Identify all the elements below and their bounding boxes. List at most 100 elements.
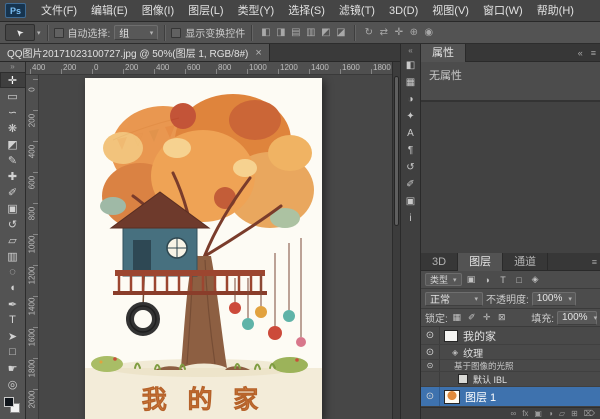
- styles-panel-icon[interactable]: ✦: [402, 108, 420, 125]
- adjustment-layer-icon[interactable]: ◑: [548, 409, 553, 418]
- layer-row-ibl-category[interactable]: ⊙ 基于图像的光照: [421, 360, 600, 372]
- quick-selection-tool[interactable]: ❋: [0, 120, 26, 136]
- collapse-panel-icon[interactable]: «: [574, 48, 587, 58]
- zoom-tool[interactable]: ◎: [0, 376, 26, 392]
- tool-preset-caret-icon[interactable]: ▾: [37, 29, 41, 37]
- visibility-eye-icon[interactable]: ⊙: [421, 387, 440, 406]
- layer-styles-icon[interactable]: fx: [522, 409, 528, 418]
- blur-tool[interactable]: ◌: [0, 264, 26, 280]
- swatches-panel-icon[interactable]: ▦: [402, 74, 420, 91]
- texture-thumbnail[interactable]: [458, 374, 468, 384]
- shape-tool[interactable]: □: [0, 344, 26, 360]
- 3d-drag-icon[interactable]: ✛: [391, 27, 406, 38]
- layer-name[interactable]: 图层 1: [465, 389, 496, 405]
- align-top-edges-icon[interactable]: ◧: [258, 27, 273, 38]
- layer-name[interactable]: 默认 IBL: [473, 373, 507, 386]
- history-brush-tool[interactable]: ↺: [0, 216, 26, 232]
- vertical-ruler[interactable]: 0 200 400 600 800 1000 1200 1400 1600 18…: [26, 75, 39, 419]
- panel-menu-icon[interactable]: ≡: [588, 257, 600, 267]
- visibility-eye-icon[interactable]: ⊙: [421, 327, 440, 344]
- document-tab[interactable]: QQ图片20171023100727.jpg @ 50%(图层 1, RGB/8…: [0, 44, 270, 61]
- current-tool-preview[interactable]: ➤: [5, 24, 35, 41]
- lasso-tool[interactable]: ∽: [0, 104, 26, 120]
- add-layer-mask-icon[interactable]: ▣: [534, 409, 542, 418]
- menu-3d[interactable]: 3D(D): [382, 0, 425, 22]
- document-pasteboard[interactable]: 我 的 家: [39, 75, 392, 419]
- 3d-roll-icon[interactable]: ⇄: [376, 27, 391, 38]
- menu-filter[interactable]: 滤镜(T): [332, 0, 382, 22]
- history-panel-icon[interactable]: ↺: [402, 159, 420, 176]
- menu-select[interactable]: 选择(S): [281, 0, 332, 22]
- 3d-rotate-icon[interactable]: ↻: [361, 27, 376, 38]
- rectangular-marquee-tool[interactable]: ▭: [0, 88, 26, 104]
- menu-view[interactable]: 视图(V): [425, 0, 476, 22]
- filter-adjustment-layers-icon[interactable]: ◑: [481, 275, 494, 285]
- menu-edit[interactable]: 编辑(E): [84, 0, 135, 22]
- visibility-eye-icon[interactable]: ⊙: [421, 360, 440, 371]
- expand-panels-icon[interactable]: «: [408, 46, 412, 57]
- filter-type-layers-icon[interactable]: T: [497, 275, 510, 285]
- tab-layers[interactable]: 图层: [458, 253, 503, 271]
- lock-all-icon[interactable]: ⊠: [496, 312, 508, 323]
- show-transform-checkbox[interactable]: [171, 28, 181, 38]
- visibility-eye-icon[interactable]: ⊙: [421, 345, 440, 359]
- collapse-tools-icon[interactable]: »: [10, 62, 14, 72]
- delete-layer-icon[interactable]: ⌦: [584, 409, 595, 418]
- layer-name[interactable]: 基于图像的光照: [454, 360, 514, 372]
- layer-row-texture[interactable]: ⊙ ◈ 纹理: [421, 345, 600, 360]
- menu-layer[interactable]: 图层(L): [181, 0, 230, 22]
- menu-window[interactable]: 窗口(W): [476, 0, 530, 22]
- auto-select-checkbox[interactable]: [54, 28, 64, 38]
- clone-source-panel-icon[interactable]: ▣: [402, 193, 420, 210]
- move-tool[interactable]: ✛: [0, 72, 26, 88]
- new-layer-icon[interactable]: ⊞: [571, 409, 578, 418]
- panel-menu-icon[interactable]: ≡: [587, 48, 600, 58]
- menu-file[interactable]: 文件(F): [34, 0, 84, 22]
- align-bottom-edges-icon[interactable]: ▤: [288, 27, 303, 38]
- menu-help[interactable]: 帮助(H): [530, 0, 581, 22]
- filter-kind-dropdown[interactable]: 类型 ▾: [425, 273, 462, 286]
- filter-shape-layers-icon[interactable]: □: [513, 275, 526, 285]
- tab-channels[interactable]: 通道: [503, 253, 548, 271]
- link-layers-icon[interactable]: ∞: [510, 409, 516, 418]
- dodge-tool[interactable]: ◖: [0, 280, 26, 296]
- canvas-vertical-scrollbar[interactable]: [392, 62, 400, 419]
- brush-tool[interactable]: ✐: [0, 184, 26, 200]
- foreground-color-swatch[interactable]: [4, 397, 14, 407]
- close-tab-icon[interactable]: ×: [255, 47, 261, 59]
- path-selection-tool[interactable]: ➤: [0, 328, 26, 344]
- layer-row-layer1-selected[interactable]: ⊙ 图层 1: [421, 387, 600, 407]
- layer-thumbnail[interactable]: [444, 390, 460, 404]
- layer-row-default-ibl[interactable]: 默认 IBL: [421, 372, 600, 387]
- align-right-edges-icon[interactable]: ◪: [333, 27, 348, 38]
- eraser-tool[interactable]: ▱: [0, 232, 26, 248]
- gradient-tool[interactable]: ▥: [0, 248, 26, 264]
- opacity-dropdown[interactable]: 100% ▾: [532, 292, 576, 306]
- layer-row-wodejia[interactable]: ⊙ 我的家: [421, 327, 600, 345]
- lock-position-icon[interactable]: ✛: [481, 312, 493, 323]
- layer-name[interactable]: 纹理: [463, 345, 483, 360]
- auto-select-dropdown[interactable]: 组 ▾: [114, 25, 158, 40]
- new-group-icon[interactable]: ▱: [559, 409, 565, 418]
- layer-thumbnail[interactable]: [444, 330, 458, 342]
- lock-pixels-icon[interactable]: ✐: [466, 312, 478, 323]
- lock-transparency-icon[interactable]: ▦: [451, 312, 463, 323]
- layer-name[interactable]: 我的家: [463, 328, 496, 344]
- align-horizontal-centers-icon[interactable]: ◩: [318, 27, 333, 38]
- menu-type[interactable]: 类型(Y): [231, 0, 282, 22]
- brush-panel-icon[interactable]: ✐: [402, 176, 420, 193]
- eyedropper-tool[interactable]: ✎: [0, 152, 26, 168]
- clone-stamp-tool[interactable]: ▣: [0, 200, 26, 216]
- fill-dropdown[interactable]: 100% ▾: [557, 311, 597, 325]
- pen-tool[interactable]: ✒: [0, 296, 26, 312]
- info-panel-icon[interactable]: i: [402, 210, 420, 227]
- filter-smart-objects-icon[interactable]: ◈: [529, 274, 542, 285]
- adjustments-panel-icon[interactable]: ◑: [402, 91, 420, 108]
- menu-image[interactable]: 图像(I): [135, 0, 181, 22]
- tab-3d[interactable]: 3D: [421, 253, 458, 271]
- align-vertical-centers-icon[interactable]: ◨: [273, 27, 288, 38]
- visibility-eye-cell[interactable]: [421, 372, 440, 386]
- tab-properties[interactable]: 属性: [421, 44, 466, 62]
- document-canvas[interactable]: 我 的 家: [85, 78, 322, 419]
- align-left-edges-icon[interactable]: ▥: [303, 27, 318, 38]
